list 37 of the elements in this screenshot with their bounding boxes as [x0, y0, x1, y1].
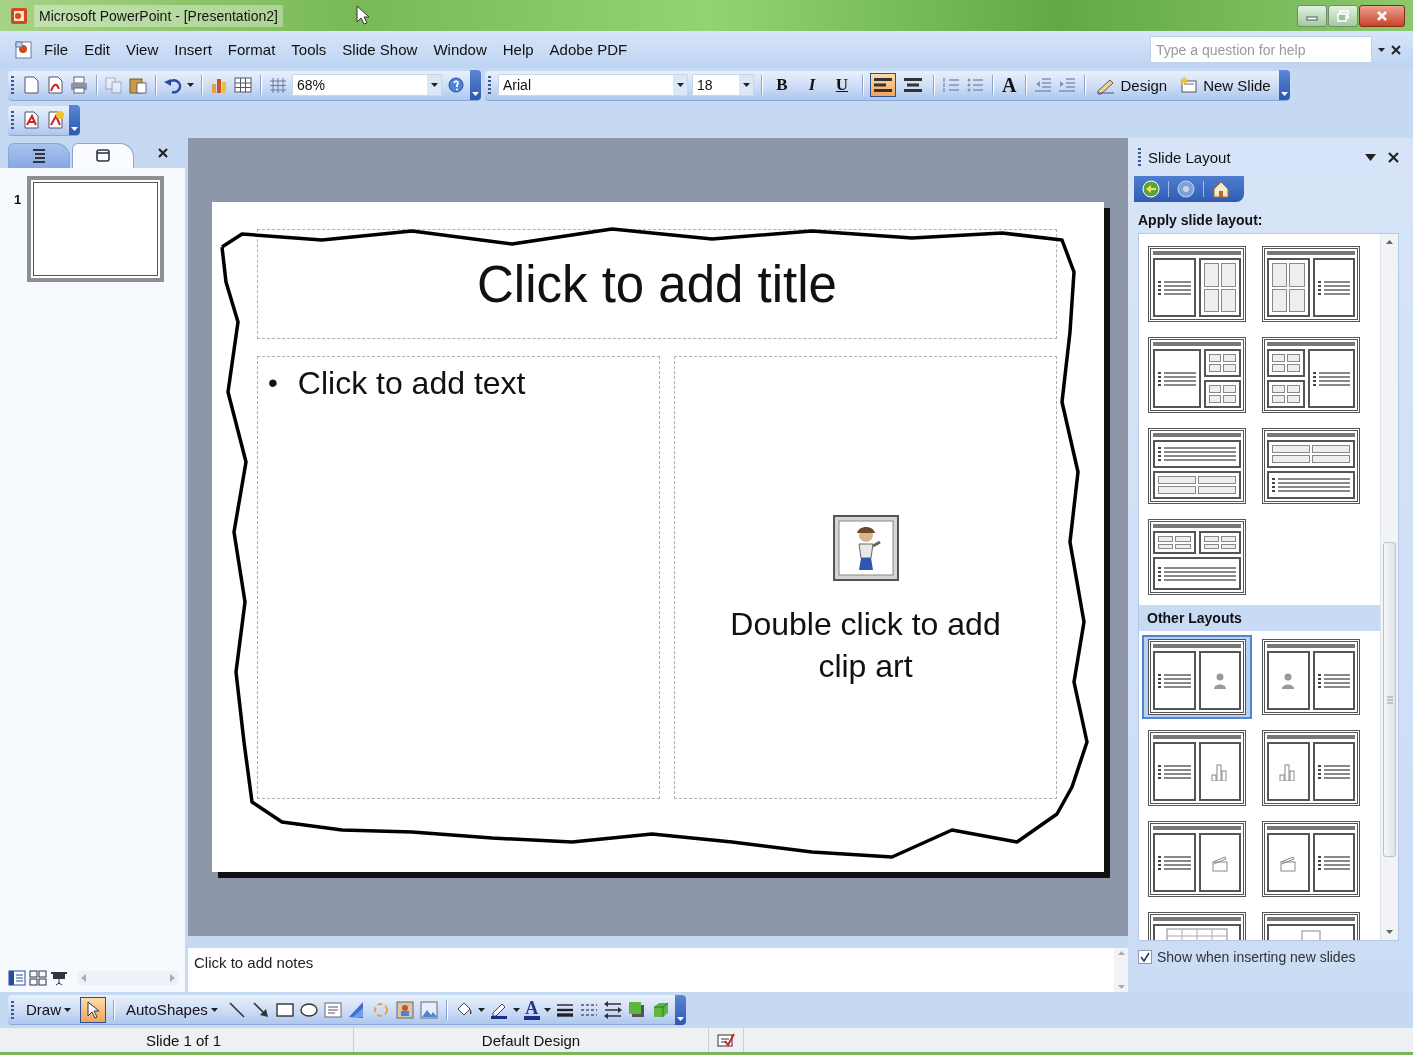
menu-item[interactable]: Adobe PDF [541, 38, 636, 61]
underline-button[interactable]: U [829, 73, 855, 97]
clip-art-prompt: Double click to add clip art [729, 605, 1002, 687]
italic-button[interactable]: I [799, 73, 825, 97]
increase-font-button[interactable]: A [1000, 73, 1019, 97]
section-heading: Other Layouts [1139, 605, 1380, 631]
text-placeholder[interactable]: • Click to add text [257, 356, 660, 799]
font-color-button[interactable]: A [523, 999, 540, 1020]
placeholder-text: Click to add text [297, 365, 526, 402]
menu-item[interactable]: View [118, 38, 167, 61]
font-field[interactable]: Arial [498, 74, 688, 96]
menu-item[interactable]: Format [219, 38, 284, 61]
font-size-field[interactable]: 18 [692, 74, 754, 96]
clip-art-placeholder[interactable]: Double click to add clip art [674, 356, 1057, 799]
status-text: Slide 1 of 1 [14, 1028, 354, 1052]
status-text: Default Design [354, 1028, 709, 1052]
title-placeholder[interactable]: Click to add title [257, 229, 1057, 339]
help-search-field[interactable]: Type a question for help [1150, 36, 1372, 63]
checkbox-label: Show when inserting new slides [1157, 949, 1356, 965]
menu-item[interactable]: Insert [166, 38, 220, 61]
draw-menu[interactable]: Draw [21, 997, 76, 1022]
menu-item[interactable]: Edit [76, 38, 119, 61]
slide-number: 1 [14, 191, 22, 207]
new-slide-button[interactable]: New Slide [1175, 75, 1275, 95]
section-label: Apply slide layout: [1138, 211, 1264, 230]
menu-item[interactable]: Help [494, 38, 542, 61]
bullet: • [268, 366, 278, 399]
design-button[interactable]: Design [1092, 75, 1172, 95]
bold-button[interactable]: B [769, 73, 795, 97]
window-title: Microsoft PowerPoint - [Presentation2] [34, 4, 283, 27]
autoshapes-menu[interactable]: AutoShapes [121, 997, 223, 1022]
menu-item[interactable]: Slide Show [334, 38, 426, 61]
zoom-field[interactable]: 68% [292, 74, 442, 96]
menu-item[interactable]: File [36, 38, 77, 61]
menu-item[interactable]: Window [425, 38, 495, 61]
menu-item[interactable]: Tools [283, 38, 335, 61]
pane-title: Slide Layout [1148, 148, 1232, 166]
